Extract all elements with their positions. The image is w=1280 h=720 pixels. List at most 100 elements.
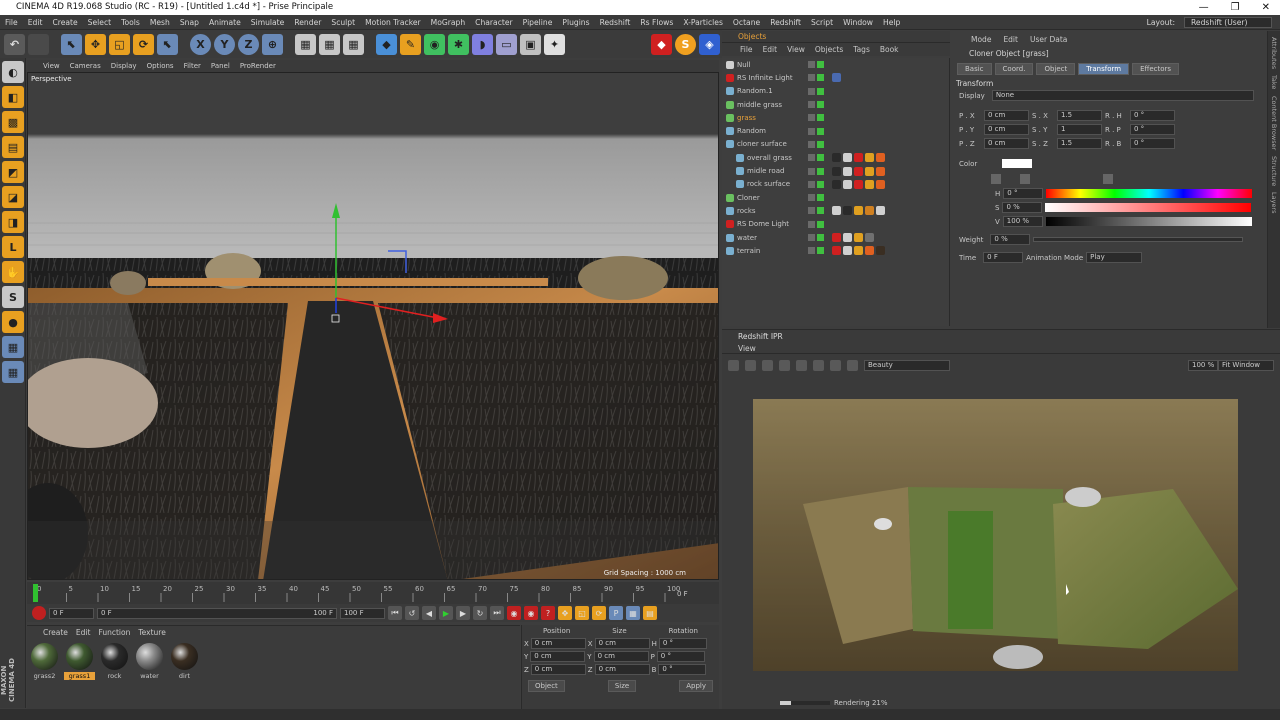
object-row[interactable]: rock surface xyxy=(722,178,949,191)
object-row[interactable]: Null xyxy=(722,58,949,71)
v-field[interactable]: 100 % xyxy=(1002,216,1043,227)
menu-item[interactable]: Redshift xyxy=(595,18,636,27)
record-icon[interactable] xyxy=(32,606,46,620)
position-field[interactable]: 0 cm xyxy=(530,664,586,675)
viewport-menu-item[interactable]: Cameras xyxy=(70,62,101,70)
go-to-start-icon[interactable]: ⏮ xyxy=(388,606,402,620)
object-name[interactable]: terrain xyxy=(737,247,760,255)
weight-slider[interactable] xyxy=(1033,237,1244,242)
object-tag-icon[interactable] xyxy=(843,206,852,216)
visibility-toggle-icon[interactable] xyxy=(808,127,815,135)
color-wheel-icon[interactable] xyxy=(991,173,1001,184)
ipr-refresh-icon[interactable] xyxy=(745,359,756,371)
object-tag-icon[interactable] xyxy=(865,166,874,176)
menu-item[interactable]: Rs Flows xyxy=(635,18,678,27)
menu-item[interactable]: Snap xyxy=(175,18,204,27)
enable-check-icon[interactable] xyxy=(817,74,824,82)
object-name[interactable]: rocks xyxy=(737,207,756,215)
playhead[interactable] xyxy=(33,584,38,602)
ipr-settings-icon[interactable] xyxy=(830,359,841,371)
enable-check-icon[interactable] xyxy=(817,154,824,162)
deformer-icon[interactable]: ◗ xyxy=(472,33,493,55)
object-name[interactable]: Random.1 xyxy=(737,87,773,95)
visibility-toggle-icon[interactable] xyxy=(808,74,815,82)
object-tag-icon[interactable] xyxy=(832,153,841,163)
object-tag-icon[interactable] xyxy=(854,166,863,176)
y-axis-icon[interactable]: Y xyxy=(214,33,235,55)
spectrum-icon[interactable] xyxy=(1020,173,1030,184)
object-row[interactable]: Random.1 xyxy=(722,85,949,98)
snap-icon[interactable]: S xyxy=(2,286,24,308)
render-preview[interactable] xyxy=(753,399,1238,671)
render-view-icon[interactable]: ▦ xyxy=(295,33,316,55)
object-tag-icon[interactable] xyxy=(876,179,885,189)
grid-icon[interactable]: ▦ xyxy=(2,361,24,383)
visibility-toggle-icon[interactable] xyxy=(808,61,815,69)
object-tag-icon[interactable] xyxy=(865,246,874,256)
attribute-menu-item[interactable]: User Data xyxy=(1030,35,1067,44)
transform-param-field[interactable]: 0 ° xyxy=(1130,138,1175,149)
polygons-mode-icon[interactable]: ◨ xyxy=(2,211,24,233)
time-field[interactable]: 0 F xyxy=(983,252,1024,263)
objects-menu-item[interactable]: View xyxy=(787,45,805,54)
visibility-toggle-icon[interactable] xyxy=(808,207,815,215)
render-picture-viewer-icon[interactable]: ▦ xyxy=(319,33,340,55)
attribute-tab[interactable]: Basic xyxy=(957,63,992,75)
tweak-icon[interactable]: ✋ xyxy=(2,261,24,283)
enable-check-icon[interactable] xyxy=(817,114,824,122)
enable-check-icon[interactable] xyxy=(817,194,824,202)
enable-check-icon[interactable] xyxy=(817,87,824,95)
menu-item[interactable]: Pipeline xyxy=(518,18,558,27)
step-forward-icon[interactable]: ▶ xyxy=(456,606,470,620)
objects-menu-item[interactable]: Book xyxy=(880,45,899,54)
texture-mode-icon[interactable]: ▩ xyxy=(2,111,24,133)
size-field[interactable]: 0 cm xyxy=(593,651,649,662)
material-menu-item[interactable]: Create xyxy=(43,628,68,637)
menu-item[interactable]: Sculpt xyxy=(326,18,360,27)
menu-item[interactable]: Plugins xyxy=(557,18,594,27)
menu-item[interactable]: Simulate xyxy=(246,18,290,27)
transform-param-field[interactable]: 1 xyxy=(1057,124,1102,135)
object-tag-icon[interactable] xyxy=(854,246,863,256)
coord-mode-dropdown[interactable]: Object xyxy=(528,680,565,692)
objects-menu-item[interactable]: Objects xyxy=(815,45,843,54)
enable-check-icon[interactable] xyxy=(817,234,824,241)
material-grass2[interactable]: grass2 xyxy=(29,643,60,680)
object-name[interactable]: RS Dome Light xyxy=(737,220,789,228)
cloner-icon[interactable]: ✱ xyxy=(448,33,469,55)
objects-menu-item[interactable]: File xyxy=(740,45,753,54)
viewport[interactable]: Perspective Grid Spacing : 1000 cm xyxy=(27,72,719,580)
param-key-icon[interactable]: P xyxy=(609,606,623,620)
object-tag-icon[interactable] xyxy=(832,206,841,216)
ipr-region-icon[interactable] xyxy=(813,359,824,371)
z-axis-icon[interactable]: Z xyxy=(238,33,259,55)
visibility-toggle-icon[interactable] xyxy=(808,154,815,162)
object-tag-icon[interactable] xyxy=(865,153,874,163)
ipr-lock-icon[interactable] xyxy=(762,359,773,371)
play-icon[interactable]: ▶ xyxy=(439,606,453,620)
size-field[interactable]: 0 cm xyxy=(594,638,650,649)
attribute-menu-item[interactable]: Mode xyxy=(971,35,991,44)
s-field[interactable]: 0 % xyxy=(1002,202,1043,213)
menu-item[interactable]: Character xyxy=(470,18,518,27)
go-to-end-icon[interactable]: ⏭ xyxy=(490,606,504,620)
zoom-dropdown[interactable]: 100 % xyxy=(1188,359,1218,371)
object-name[interactable]: midle road xyxy=(747,167,784,175)
menu-item[interactable]: Redshift xyxy=(765,18,806,27)
side-tab[interactable]: Content Browser xyxy=(1270,96,1278,150)
frame-range-slider[interactable]: 0 F 100 F xyxy=(97,607,337,619)
ipr-view-menu[interactable]: View xyxy=(722,342,1280,354)
next-key-icon[interactable]: ↻ xyxy=(473,606,487,620)
position-field[interactable]: 0 cm xyxy=(530,638,586,649)
visibility-toggle-icon[interactable] xyxy=(808,101,815,109)
object-row[interactable]: Cloner xyxy=(722,191,949,204)
plugin-icon[interactable]: ◈ xyxy=(699,33,720,55)
side-tab[interactable]: Layers xyxy=(1270,192,1278,214)
object-tag-icon[interactable] xyxy=(876,153,885,163)
color-swatch[interactable] xyxy=(1002,159,1033,168)
animation-mode-dropdown[interactable]: Play xyxy=(1086,252,1143,263)
object-tag-icon[interactable] xyxy=(876,166,885,176)
points-mode-icon[interactable]: ◩ xyxy=(2,161,24,183)
object-name[interactable]: middle grass xyxy=(737,101,782,109)
cube-icon[interactable]: ◆ xyxy=(376,33,397,55)
